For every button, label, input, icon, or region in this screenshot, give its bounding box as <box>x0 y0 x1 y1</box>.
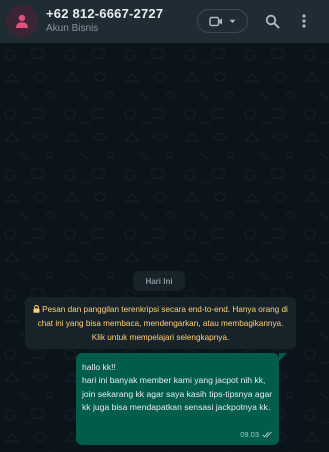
chat-header: +62 812-6667-2727 Akun Bisnis <box>0 0 329 43</box>
message-time: 09.03 <box>240 429 259 439</box>
double-check-icon <box>262 431 272 438</box>
chat-area[interactable]: Hari Ini Pesan dan panggilan terenkripsi… <box>0 43 329 452</box>
chevron-down-icon <box>229 19 236 23</box>
encryption-notice[interactable]: Pesan dan panggilan terenkripsi secara e… <box>25 297 296 349</box>
avatar[interactable] <box>6 5 38 37</box>
more-vert-icon <box>302 14 306 28</box>
person-icon <box>16 14 28 28</box>
message-meta: 09.03 <box>240 428 273 441</box>
date-divider: Hari Ini <box>133 271 185 291</box>
contact-subtitle[interactable]: Akun Bisnis <box>46 23 98 34</box>
lock-icon <box>33 305 40 313</box>
search-button[interactable] <box>262 11 282 31</box>
encryption-notice-text: Pesan dan panggilan terenkripsi secara e… <box>37 305 288 342</box>
contact-title[interactable]: +62 812-6667-2727 <box>46 6 163 21</box>
bubble-tail <box>279 353 287 361</box>
video-call-button[interactable] <box>197 9 248 33</box>
message-text: hallo kk!! hari ini banyak member kami y… <box>82 362 273 413</box>
outgoing-message[interactable]: hallo kk!! hari ini banyak member kami y… <box>76 353 279 445</box>
video-call-icon <box>209 16 222 26</box>
search-icon <box>265 14 279 28</box>
more-options-button[interactable] <box>296 11 312 31</box>
